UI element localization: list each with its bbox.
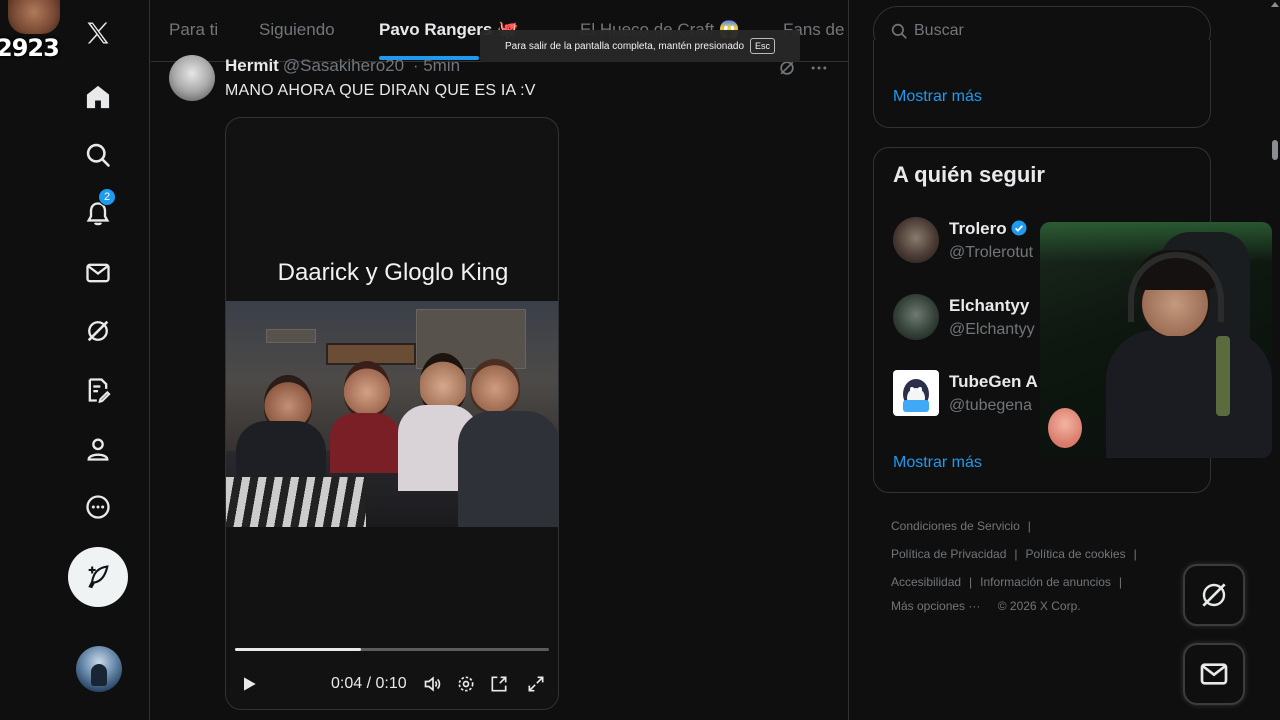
footer-link[interactable]: Accesibilidad [891,575,961,589]
video-progress-fill [235,648,361,651]
mail-icon [1200,663,1228,685]
footer-row: Accesibilidad | Información de anuncios | [891,575,1123,589]
footer-row: Política de Privacidad | Política de cooki… [891,547,1137,561]
tweet-text: MANO AHORA QUE DIRAN QUE ES IA :V [225,82,536,99]
follow-name: Trolero [949,219,1028,239]
scrollbar-thumb[interactable] [1272,140,1278,160]
notification-count-badge: 2 [98,188,116,206]
footer-copyright: © 2026 X Corp. [997,599,1081,613]
follow-name: TubeGen A [949,372,1038,391]
search-icon [891,23,907,39]
tweet-header: Hermit @Sasakihero20 · 5min [225,56,460,76]
follow-handle: @Elchantyy [949,321,1035,338]
esc-key-label: Esc [750,38,776,54]
account-avatar[interactable] [76,646,122,692]
webcam-mascot-sticker [1048,408,1082,448]
video-time: 0:04 / 0:10 [331,675,407,692]
x-logo-icon[interactable] [80,15,116,51]
profile-icon[interactable] [80,431,116,467]
footer-row: Más opciones ··· © 2026 X Corp. [891,599,1081,613]
show-more-trends-link[interactable]: Mostrar más [893,88,982,106]
follow-avatar[interactable] [893,217,939,263]
tweet-timestamp[interactable]: · 5min [413,56,460,75]
video-caption: Daarick y Gloglo King [277,259,509,286]
striped-pants [226,477,366,527]
footer-link[interactable]: Condiciones de Servicio [891,519,1020,533]
overlay-number: 2923 [0,34,60,62]
tweet-author-avatar[interactable] [169,55,215,101]
person-3 [420,353,466,413]
grok-icon[interactable] [80,313,116,349]
more-options-icon[interactable] [809,58,829,78]
feather-plus-icon [88,565,109,589]
list-icon[interactable] [80,372,116,408]
tweet-author-handle[interactable]: @Sasakihero20 [283,56,404,75]
notifications-bell-icon[interactable]: 2 [80,188,116,232]
stream-overlay-badge: 2923 [0,0,70,62]
person-2-body [330,413,400,473]
tab-para-ti[interactable]: Para ti [169,20,218,40]
footer-link[interactable]: Política de cookies [1026,547,1126,561]
shelf-decor [266,329,316,343]
follow-name: Elchantyy [949,296,1030,315]
footer-link[interactable]: Política de Privacidad [891,547,1006,561]
webcam-strap [1216,336,1230,416]
follow-name-text: Trolero [949,219,1007,238]
main-timeline: Para ti Siguiendo Pavo Rangers 🐙 El Huec… [151,0,849,720]
grok-fab-button[interactable] [1183,564,1245,626]
streamer-webcam-overlay [1040,222,1272,458]
footer-row: Condiciones de Servicio | [891,519,1031,533]
tweet-author-name[interactable]: Hermit [225,56,279,75]
scroll-up-icon[interactable] [1271,2,1279,7]
settings-icon[interactable] [455,673,477,695]
person-4-body [458,411,558,527]
tab-siguiendo[interactable]: Siguiendo [259,20,335,40]
person-2 [344,361,390,417]
follow-avatar[interactable] [893,370,939,416]
footer-more-options[interactable]: Más opciones ··· [891,599,980,613]
fullscreen-icon[interactable] [525,673,547,695]
search-icon[interactable] [80,137,116,173]
home-icon[interactable] [80,79,116,115]
follow-avatar[interactable] [893,294,939,340]
video-progress-bar[interactable] [235,648,549,651]
fullscreen-toast-text: Para salir de la pantalla completa, mant… [504,40,745,52]
penguin-icon [903,379,929,412]
grok-icon [1202,583,1226,607]
streamer-face-image [8,0,60,34]
verified-badge-icon [1011,220,1027,236]
person-4 [470,359,520,413]
post-button[interactable] [68,547,128,607]
fullscreen-exit-toast: Para salir de la pantalla completa, mant… [480,30,800,62]
messages-fab-button[interactable] [1183,643,1245,705]
video-player[interactable]: Daarick y Gloglo King 0:04 / 0:10 [225,117,559,710]
popout-icon[interactable] [488,673,510,695]
more-circle-icon[interactable] [80,489,116,525]
trends-card: Mostrar más [873,40,1211,128]
left-navigation: 2923 2 [0,0,150,720]
mail-icon[interactable] [80,255,116,291]
search-placeholder: Buscar [914,22,964,39]
volume-icon[interactable] [422,673,444,695]
follow-handle: @tubegena [949,397,1032,414]
video-frame-image [226,301,558,527]
follow-handle: @Trolerotut [949,244,1034,261]
footer-link[interactable]: Información de anuncios [980,575,1111,589]
webcam-body [1106,330,1272,458]
show-more-follow-link[interactable]: Mostrar más [893,454,982,472]
who-to-follow-title: A quién seguir [893,162,1045,187]
play-icon[interactable] [238,673,260,695]
